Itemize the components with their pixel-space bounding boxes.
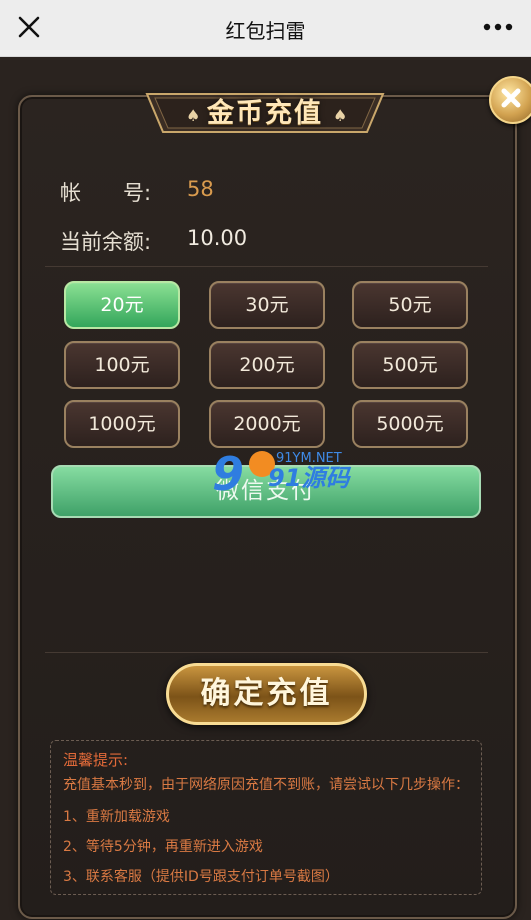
- divider-bottom: [45, 652, 488, 653]
- amount-button-50[interactable]: 50元: [352, 281, 468, 329]
- divider-top: [45, 266, 488, 267]
- amount-button-200[interactable]: 200元: [209, 341, 325, 389]
- amount-button-20[interactable]: 20元: [64, 281, 180, 329]
- tips-step-2: 2、等待5分钟，再重新进入游戏: [63, 839, 263, 855]
- panel-title: 金币充值: [207, 98, 323, 129]
- balance-label: 当前余额:: [60, 230, 152, 254]
- account-value: 58: [187, 177, 214, 201]
- more-dots-icon[interactable]: [481, 12, 515, 42]
- tips-step-3: 3、联系客服（提供ID号跟支付订单号截图）: [63, 869, 339, 885]
- top-bar: 红包扫雷: [0, 0, 531, 57]
- amount-button-1000[interactable]: 1000元: [64, 400, 180, 448]
- tips-step-1: 1、重新加载游戏: [63, 809, 170, 825]
- amount-button-500[interactable]: 500元: [352, 341, 468, 389]
- site-watermark-logo: 9 91YM.NET 91源码: [212, 447, 351, 501]
- watermark-brand: 91源码: [268, 464, 351, 492]
- account-label: 帐 号:: [60, 181, 152, 205]
- panel-close-button[interactable]: [489, 76, 531, 124]
- close-x-icon: [501, 88, 521, 108]
- amount-button-30[interactable]: 30元: [209, 281, 325, 329]
- confirm-recharge-button[interactable]: 确定充值: [166, 663, 367, 725]
- tips-intro: 充值基本秒到，由于网络原因充值不到账，请尝试以下几步操作：: [63, 777, 469, 793]
- balance-value: 10.00: [187, 226, 248, 250]
- tips-title: 温馨提示:: [63, 751, 129, 769]
- amount-button-100[interactable]: 100元: [64, 341, 180, 389]
- page-title: 红包扫雷: [225, 19, 306, 43]
- svg-text:9: 9: [212, 447, 244, 501]
